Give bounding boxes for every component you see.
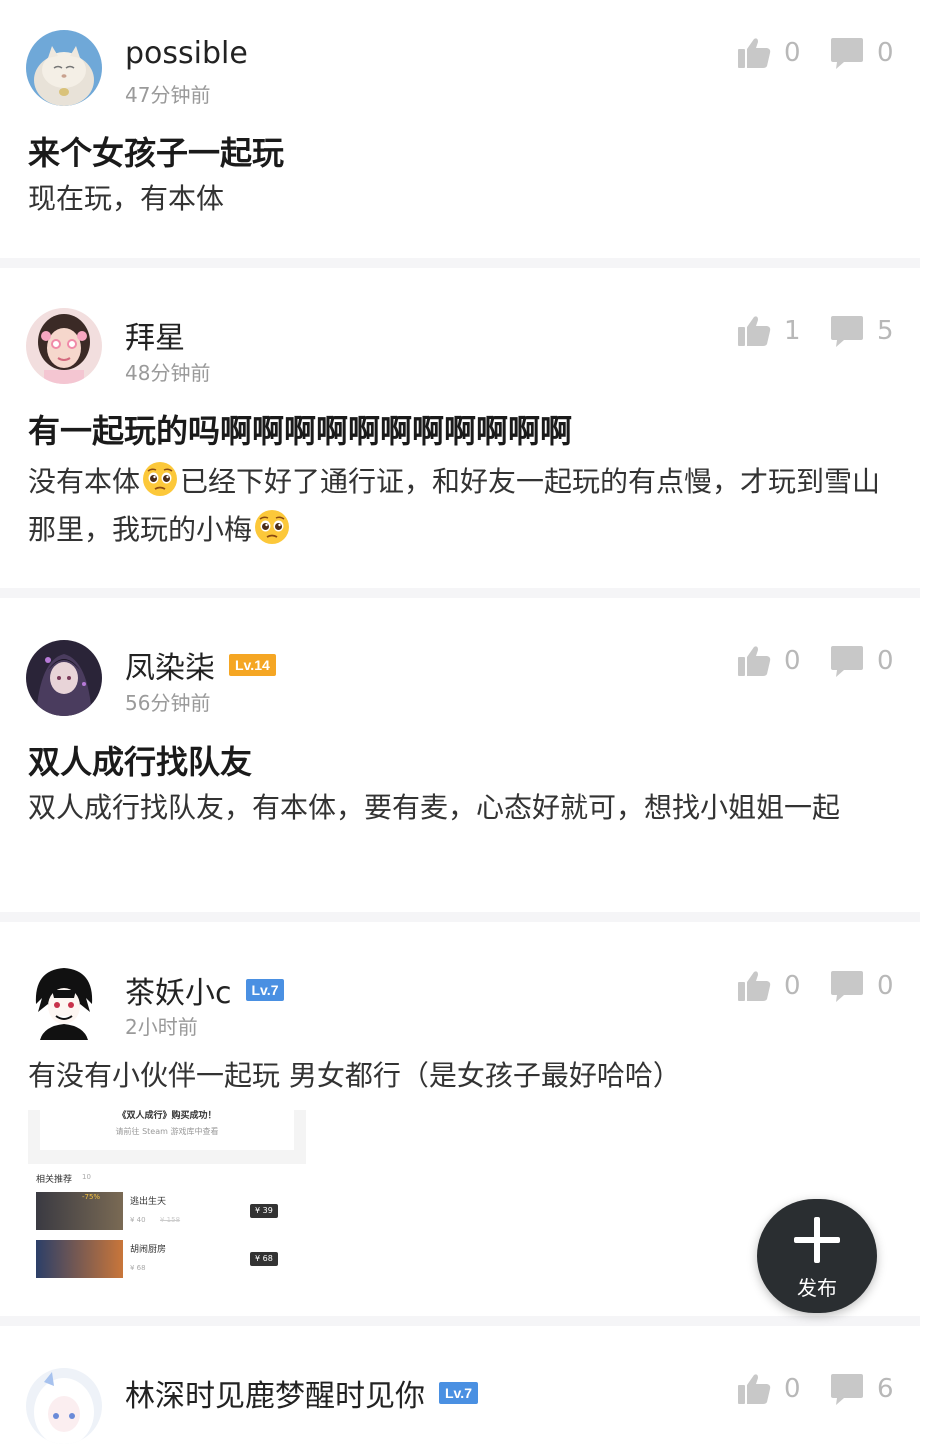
username[interactable]: 林深时见鹿梦醒时见你 Lv.7 [125, 1371, 478, 1415]
divider [0, 912, 920, 922]
comment-count: 0 [877, 38, 894, 68]
post-time: 48分钟前 [125, 361, 211, 385]
post-body[interactable]: 现在玩，有本体 [28, 175, 898, 223]
post-stats: 0 0 [737, 644, 917, 678]
avatar[interactable] [26, 30, 102, 106]
like-count: 1 [784, 316, 801, 346]
like-icon[interactable] [737, 314, 771, 348]
avatar[interactable] [26, 308, 102, 384]
recommend-title: 相关推荐 [36, 1175, 73, 1185]
like-icon[interactable] [737, 644, 771, 678]
post-time: 2小时前 [125, 1015, 198, 1039]
username[interactable]: possible [125, 36, 248, 71]
post-stats: 1 5 [737, 314, 917, 348]
post-body[interactable]: 有没有小伙伴一起玩 男女都行（是女孩子最好哈哈） [28, 1052, 898, 1100]
like-icon[interactable] [737, 969, 771, 1003]
pleading-face-emoji-icon [255, 510, 290, 544]
purchase-success-text: 《双人成行》购买成功！ [117, 1111, 217, 1121]
post-body-text: 没有本体 [28, 465, 141, 498]
game-name: 逃出生天 [130, 1197, 167, 1207]
recommend-count: 10 [82, 1173, 91, 1181]
comment-count: 5 [877, 316, 894, 346]
username[interactable]: 茶妖小c Lv.7 [125, 968, 285, 1012]
post-title[interactable]: 有一起玩的吗啊啊啊啊啊啊啊啊啊啊啊 [28, 406, 572, 452]
game-thumb-it-takes-two-away: -75% [36, 1192, 123, 1230]
divider [0, 588, 920, 598]
pleading-face-emoji-icon [143, 462, 178, 496]
divider [0, 258, 920, 268]
comment-icon[interactable] [830, 971, 864, 1003]
post-stats: 0 0 [737, 969, 917, 1003]
level-badge: Lv.14 [229, 654, 276, 676]
post-time: 47分钟前 [125, 83, 211, 107]
discount-tag: -75% [82, 1193, 101, 1201]
post-image[interactable]: 《双人成行》购买成功！ 请前往 Steam 游戏库中查看 相关推荐 10 -75… [28, 1110, 306, 1280]
comment-count: 6 [877, 1374, 894, 1404]
like-icon[interactable] [737, 1372, 771, 1406]
buy-button: ¥ 39 [250, 1204, 278, 1218]
recommend-panel: 相关推荐 10 -75% 逃出生天 ¥ 40 ¥ 158 ¥ 39 胡闹厨房 ¥… [28, 1164, 306, 1280]
post-time: 56分钟前 [125, 691, 211, 715]
comment-icon[interactable] [830, 646, 864, 678]
comment-count: 0 [877, 971, 894, 1001]
publish-button[interactable]: 发布 [757, 1199, 877, 1313]
comment-icon[interactable] [830, 38, 864, 70]
publish-label: 发布 [797, 1276, 837, 1300]
divider [0, 1316, 920, 1326]
username[interactable]: 拜星 [125, 313, 185, 357]
buy-button: ¥ 68 [250, 1252, 278, 1266]
comment-count: 0 [877, 646, 894, 676]
post-stats: 0 0 [737, 36, 917, 70]
post-stats: 0 6 [737, 1372, 917, 1406]
plus-icon [794, 1217, 840, 1263]
like-count: 0 [784, 646, 801, 676]
like-count: 0 [784, 1374, 801, 1404]
purchase-notice: 《双人成行》购买成功！ 请前往 Steam 游戏库中查看 [40, 1110, 294, 1150]
avatar[interactable] [26, 640, 102, 716]
game-old-price: ¥ 158 [160, 1216, 181, 1224]
comment-icon[interactable] [830, 1374, 864, 1406]
like-count: 0 [784, 971, 801, 1001]
game-price: ¥ 40 [130, 1216, 146, 1224]
level-badge: Lv.7 [245, 979, 285, 1001]
comment-icon[interactable] [830, 316, 864, 348]
username[interactable]: 凤染柒 Lv.14 [125, 643, 276, 687]
game-name: 胡闹厨房 [130, 1245, 167, 1255]
level-badge: Lv.7 [439, 1382, 478, 1404]
avatar[interactable] [26, 964, 102, 1040]
like-icon[interactable] [737, 36, 771, 70]
avatar[interactable] [26, 1368, 102, 1444]
post-title[interactable]: 双人成行找队友 [28, 737, 252, 783]
post-body[interactable]: 双人成行找队友，有本体，要有麦，心态好就可，想找小姐姐一起 [28, 784, 898, 832]
post-title[interactable]: 来个女孩子一起玩 [28, 128, 284, 174]
game-thumb-overcooked [36, 1240, 123, 1278]
post-body[interactable]: 没有本体 已经下好了通行证，和好友一起玩的有点慢，才玩到雪山那里，我玩的小梅 [28, 458, 898, 554]
steam-library-hint: 请前往 Steam 游戏库中查看 [115, 1127, 219, 1136]
like-count: 0 [784, 38, 801, 68]
game-price: ¥ 68 [130, 1264, 146, 1272]
